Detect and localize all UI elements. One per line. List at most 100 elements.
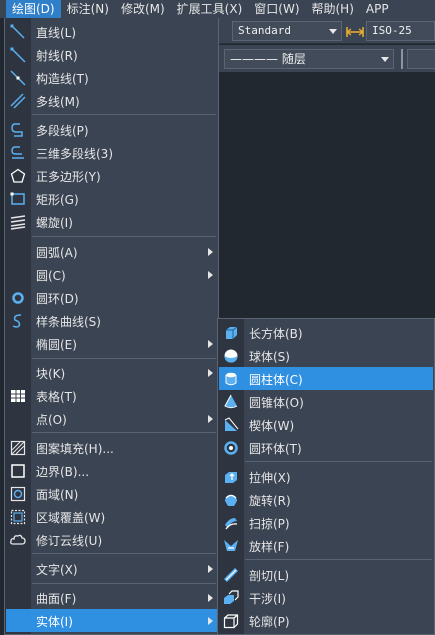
menu-item-loft[interactable]: 放样(F) — [219, 534, 433, 557]
menu-item-region[interactable]: 面域(N) — [6, 482, 217, 505]
menu-item-label: 椭圆(E) — [36, 338, 77, 352]
menu-item-ray[interactable]: 射线(R) — [6, 43, 217, 66]
menu-item-label: 文字(X) — [36, 563, 78, 577]
menu-separator — [245, 461, 432, 462]
menu-item-surface[interactable]: 曲面(F) — [6, 586, 217, 609]
menu-item-label: 实体(I) — [36, 615, 73, 629]
helix-icon — [9, 213, 27, 230]
menu-item-label: 曲面(F) — [36, 592, 77, 606]
revolve-icon — [222, 491, 240, 508]
sphere-icon — [222, 347, 240, 364]
submenu-arrow-icon — [208, 271, 213, 279]
menu-item-rectangle[interactable]: 矩形(G) — [6, 187, 217, 210]
menu-express-tools[interactable]: 扩展工具(X) — [171, 0, 249, 18]
dimension-style-icon[interactable] — [346, 25, 364, 39]
menu-item-point[interactable]: 点(O) — [6, 407, 217, 430]
menu-item-label: 多线(M) — [36, 95, 80, 109]
menu-item-interfere[interactable]: 干涉(I) — [219, 586, 433, 609]
menu-item-profile[interactable]: 轮廓(P) — [219, 609, 433, 632]
submenu-arrow-icon — [208, 594, 213, 602]
menu-item-solid[interactable]: 实体(I) — [6, 609, 217, 632]
spline-icon — [9, 312, 27, 329]
chevron-down-icon — [381, 57, 389, 62]
menu-item-line[interactable]: 直线(L) — [6, 20, 217, 43]
menu-item-slice[interactable]: 剖切(L) — [219, 563, 433, 586]
menu-item-polygon[interactable]: 正多边形(Y) — [6, 164, 217, 187]
menu-item-wipeout[interactable]: 区域覆盖(W) — [6, 505, 217, 528]
menu-item-label: 表格(T) — [36, 390, 77, 404]
menu-item-text[interactable]: 文字(X) — [6, 557, 217, 580]
menu-item-table[interactable]: 表格(T) — [6, 384, 217, 407]
menu-draw[interactable]: 绘图(D) — [6, 0, 61, 18]
linetype-select[interactable]: ———— 随层 — [224, 49, 394, 69]
menu-item-sweep[interactable]: 扫掠(P) — [219, 511, 433, 534]
menu-item-wedge[interactable]: 楔体(W) — [219, 413, 433, 436]
multiline-icon — [9, 92, 27, 109]
dimension-style-value: ISO-25 — [372, 24, 412, 37]
menu-item-label: 区域覆盖(W) — [36, 511, 106, 525]
menu-item-label: 边界(B)... — [36, 465, 90, 479]
linetype-value: ———— 随层 — [230, 52, 306, 66]
menu-item-label: 面域(N) — [36, 488, 79, 502]
menu-item-label: 剖切(L) — [249, 569, 290, 583]
menu-item-cylinder[interactable]: 圆柱体(C) — [219, 367, 433, 390]
menu-item-box[interactable]: 长方体(B) — [219, 321, 433, 344]
sweep-icon — [222, 514, 240, 531]
menu-item-construction-line[interactable]: 构造线(T) — [6, 66, 217, 89]
menu-item-torus[interactable]: 圆环体(T) — [219, 436, 433, 459]
menu-item-label: 样条曲线(S) — [36, 315, 101, 329]
menu-item-extrude[interactable]: 拉伸(X) — [219, 465, 433, 488]
text-style-select[interactable]: Standard — [232, 21, 342, 41]
menu-item-sphere[interactable]: 球体(S) — [219, 344, 433, 367]
dimension-style-select[interactable]: ISO-25 — [366, 21, 435, 41]
menu-item-helix[interactable]: 螺旋(I) — [6, 210, 217, 233]
ray-icon — [9, 46, 27, 63]
menu-separator — [32, 114, 216, 115]
menu-item-revolve[interactable]: 旋转(R) — [219, 488, 433, 511]
menu-item-block[interactable]: 块(K) — [6, 361, 217, 384]
menu-item-spline[interactable]: 样条曲线(S) — [6, 309, 217, 332]
menu-item-label: 射线(R) — [36, 49, 78, 63]
menu-window[interactable]: 窗口(W) — [248, 0, 305, 18]
menu-item-label: 圆锥体(O) — [249, 396, 304, 410]
menu-item-label: 图案填充(H)... — [36, 442, 114, 456]
menu-modify[interactable]: 修改(M) — [115, 0, 171, 18]
menu-item-polyline[interactable]: 多段线(P) — [6, 118, 217, 141]
rectangle-icon — [9, 190, 27, 207]
polygon-icon — [9, 167, 27, 184]
menu-item-label: 球体(S) — [249, 350, 290, 364]
menu-item-revcloud[interactable]: 修订云线(U) — [6, 528, 217, 551]
toolbar-divider — [401, 49, 403, 69]
chevron-down-icon — [329, 29, 337, 34]
menu-item-circle[interactable]: 圆(C) — [6, 263, 217, 286]
menu-dimension[interactable]: 标注(N) — [61, 0, 115, 18]
torus-icon — [222, 439, 240, 456]
menu-item-boundary[interactable]: 边界(B)... — [6, 459, 217, 482]
submenu-arrow-icon — [208, 248, 213, 256]
menu-app[interactable]: APP — [360, 0, 395, 18]
menu-item-label: 圆柱体(C) — [249, 373, 303, 387]
revcloud-icon — [9, 531, 27, 548]
menu-item-arc[interactable]: 圆弧(A) — [6, 240, 217, 263]
layer-toolbar: ———— 随层 — [218, 45, 435, 72]
lineweight-select[interactable] — [407, 49, 435, 69]
region-icon — [9, 485, 27, 502]
boundary-icon — [9, 462, 27, 479]
menu-item-label: 楔体(W) — [249, 419, 295, 433]
menu-item-cone[interactable]: 圆锥体(O) — [219, 390, 433, 413]
menu-item-label: 圆(C) — [36, 269, 66, 283]
slice-icon — [222, 566, 240, 583]
menu-item-multiline[interactable]: 多线(M) — [6, 89, 217, 112]
menu-separator — [245, 559, 432, 560]
menu-item-label: 圆环体(T) — [249, 442, 302, 456]
menu-item-3d-polyline[interactable]: 三维多段线(3) — [6, 141, 217, 164]
menu-separator — [32, 236, 216, 237]
polyline-icon — [9, 121, 27, 138]
menu-help[interactable]: 帮助(H) — [306, 0, 360, 18]
menu-item-hatch[interactable]: 图案填充(H)... — [6, 436, 217, 459]
menu-separator — [32, 432, 216, 433]
menu-item-ellipse[interactable]: 椭圆(E) — [6, 332, 217, 355]
menu-item-label: 构造线(T) — [36, 72, 89, 86]
extrude-icon — [222, 468, 240, 485]
menu-item-donut[interactable]: 圆环(D) — [6, 286, 217, 309]
